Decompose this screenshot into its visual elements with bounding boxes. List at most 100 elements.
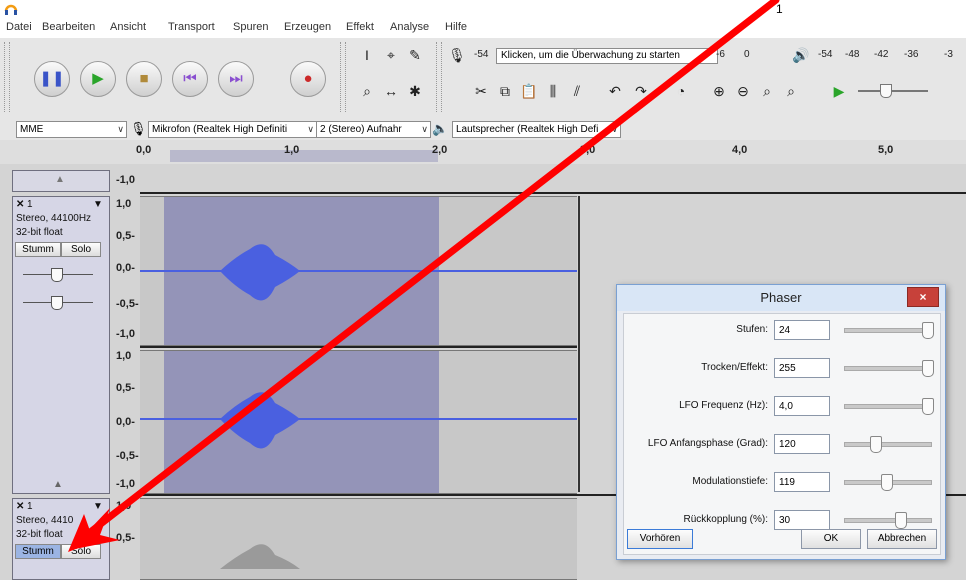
param-slider-thumb[interactable]: [869, 436, 882, 453]
zoom-in-icon[interactable]: ⊕: [708, 80, 730, 102]
param-slider-trocken-effekt[interactable]: [844, 366, 932, 371]
menu-erzeugen[interactable]: Erzeugen: [284, 21, 331, 33]
param-input-modulationstiefe[interactable]: 119: [774, 472, 830, 492]
silence-icon[interactable]: ⫽: [566, 80, 588, 102]
mic-select-value: Mikrofon (Realtek High Definiti: [152, 124, 288, 135]
track-name[interactable]: 1: [27, 501, 33, 512]
track-menu-arrow-icon[interactable]: ▼: [93, 501, 103, 512]
param-slider-lfo-frequenz[interactable]: [844, 404, 932, 409]
channels-select[interactable]: 2 (Stereo) Aufnahr ∨: [316, 121, 431, 138]
speed-slider[interactable]: [858, 90, 928, 92]
param-input-rueckkopplung[interactable]: 30: [774, 510, 830, 530]
trim-icon[interactable]: ⫼: [542, 80, 564, 102]
undo-icon[interactable]: ↶: [604, 80, 626, 102]
menu-analyse[interactable]: Analyse: [390, 21, 429, 33]
copy-icon[interactable]: ⧉: [494, 80, 516, 102]
track-collapse-panel[interactable]: ▲: [12, 170, 110, 192]
channel-divider: [140, 346, 577, 348]
waveform-muted[interactable]: [140, 498, 577, 580]
param-slider-thumb[interactable]: [894, 512, 907, 529]
track-name[interactable]: 1: [27, 199, 33, 210]
solo-button[interactable]: Solo: [61, 242, 101, 257]
host-select[interactable]: MME ∨: [16, 121, 127, 138]
play-button[interactable]: ▶: [80, 61, 116, 97]
waveform-right[interactable]: [140, 350, 577, 494]
menu-effekt[interactable]: Effekt: [346, 21, 374, 33]
param-slider-thumb[interactable]: [922, 322, 934, 339]
toolbar-grip[interactable]: [436, 42, 442, 112]
menu-hilfe[interactable]: Hilfe: [445, 21, 467, 33]
play-at-speed-icon[interactable]: ▶: [828, 80, 850, 102]
channels-select-value: 2 (Stereo) Aufnahr: [320, 124, 402, 135]
redo-icon[interactable]: ↷: [630, 80, 652, 102]
param-slider-stufen[interactable]: [844, 328, 932, 333]
solo-button[interactable]: Solo: [61, 544, 101, 559]
preview-button[interactable]: Vorhören: [627, 529, 693, 549]
collapse-arrow-icon[interactable]: ▲: [55, 174, 65, 185]
collapse-arrow-icon[interactable]: ▲: [53, 479, 63, 490]
skip-end-button[interactable]: ⏭: [218, 61, 254, 97]
pause-button[interactable]: ❚❚: [34, 61, 70, 97]
close-button[interactable]: ×: [907, 287, 939, 307]
waveform-left[interactable]: [140, 196, 577, 346]
paste-icon[interactable]: 📋: [518, 80, 540, 102]
play-icon: ▶: [92, 70, 104, 87]
cancel-button[interactable]: Abbrechen: [867, 529, 937, 549]
phaser-dialog: Phaser × Stufen: 24 Trocken/Effekt: 255 …: [616, 284, 946, 560]
param-input-trocken-effekt[interactable]: 255: [774, 358, 830, 378]
param-slider-thumb[interactable]: [922, 360, 934, 377]
param-input-stufen[interactable]: 24: [774, 320, 830, 340]
param-label-modulationstiefe: Modulationstiefe:: [692, 476, 768, 487]
param-slider-thumb[interactable]: [922, 398, 934, 415]
toolbar-grip[interactable]: [4, 42, 10, 112]
timeshift-tool-icon[interactable]: ↔: [380, 80, 402, 102]
mute-button[interactable]: Stumm: [15, 242, 61, 257]
skip-start-icon: ⏮: [183, 70, 197, 87]
menu-ansicht[interactable]: Ansicht: [110, 21, 146, 33]
gain-slider-thumb[interactable]: [51, 268, 63, 282]
ok-button[interactable]: OK: [801, 529, 861, 549]
track-menu-arrow-icon[interactable]: ▼: [93, 199, 103, 210]
menu-transport[interactable]: Transport: [168, 21, 215, 33]
draw-tool-icon[interactable]: ✎: [404, 44, 426, 66]
timeline-ruler[interactable]: 0,0 1,0 2,0 3,0 4,0 5,0: [0, 140, 966, 165]
monitor-start-box[interactable]: Klicken, um die Überwachung zu starten: [496, 48, 718, 64]
speed-slider-thumb[interactable]: [880, 84, 892, 98]
selection-tool-icon[interactable]: I: [356, 44, 378, 66]
speaker-icon[interactable]: 🔊: [790, 44, 812, 66]
param-slider-rueckkopplung[interactable]: [844, 518, 932, 523]
mic-icon[interactable]: 🎙: [446, 44, 468, 66]
mute-button[interactable]: Stumm: [15, 544, 61, 559]
cut-icon[interactable]: ✂: [470, 80, 492, 102]
sync-lock-icon[interactable]: ◔: [670, 80, 692, 102]
ruler-label: 5,0: [878, 144, 894, 156]
zoom-tool-icon[interactable]: ⌕: [356, 80, 378, 102]
record-button[interactable]: ●: [290, 61, 326, 97]
track-close-icon[interactable]: ✕: [16, 501, 24, 512]
chevron-down-icon: ∨: [611, 124, 618, 134]
menu-spuren[interactable]: Spuren: [233, 21, 268, 33]
menu-bearbeiten[interactable]: Bearbeiten: [42, 21, 95, 33]
track-control-panel: ✕ 1 ▼ Stereo, 4410 32-bit float Stumm So…: [12, 498, 110, 580]
track-close-icon[interactable]: ✕: [16, 199, 24, 210]
fit-selection-icon[interactable]: ⌕: [756, 80, 778, 102]
track-divider: [140, 192, 966, 194]
param-slider-lfo-anfangsphase[interactable]: [844, 442, 932, 447]
stop-button[interactable]: ■: [126, 61, 162, 97]
speaker-select[interactable]: Lautsprecher (Realtek High Defi ∨: [452, 121, 621, 138]
multi-tool-icon[interactable]: ✱: [404, 80, 426, 102]
param-slider-thumb[interactable]: [880, 474, 893, 491]
chevron-down-icon: ∨: [421, 124, 428, 134]
param-input-lfo-anfangsphase[interactable]: 120: [774, 434, 830, 454]
envelope-tool-icon[interactable]: ⌖: [380, 44, 402, 66]
toolbar-grip[interactable]: [340, 42, 346, 112]
menu-datei[interactable]: Datei: [6, 21, 32, 33]
fit-project-icon[interactable]: ⌕: [780, 80, 802, 102]
param-label-stufen: Stufen:: [736, 324, 768, 335]
skip-start-button[interactable]: ⏮: [172, 61, 208, 97]
zoom-out-icon[interactable]: ⊖: [732, 80, 754, 102]
pan-slider-thumb[interactable]: [51, 296, 63, 310]
vruler-label: 1,0: [116, 198, 132, 210]
mic-select[interactable]: Mikrofon (Realtek High Definiti ∨: [148, 121, 317, 138]
param-input-lfo-frequenz[interactable]: 4,0: [774, 396, 830, 416]
